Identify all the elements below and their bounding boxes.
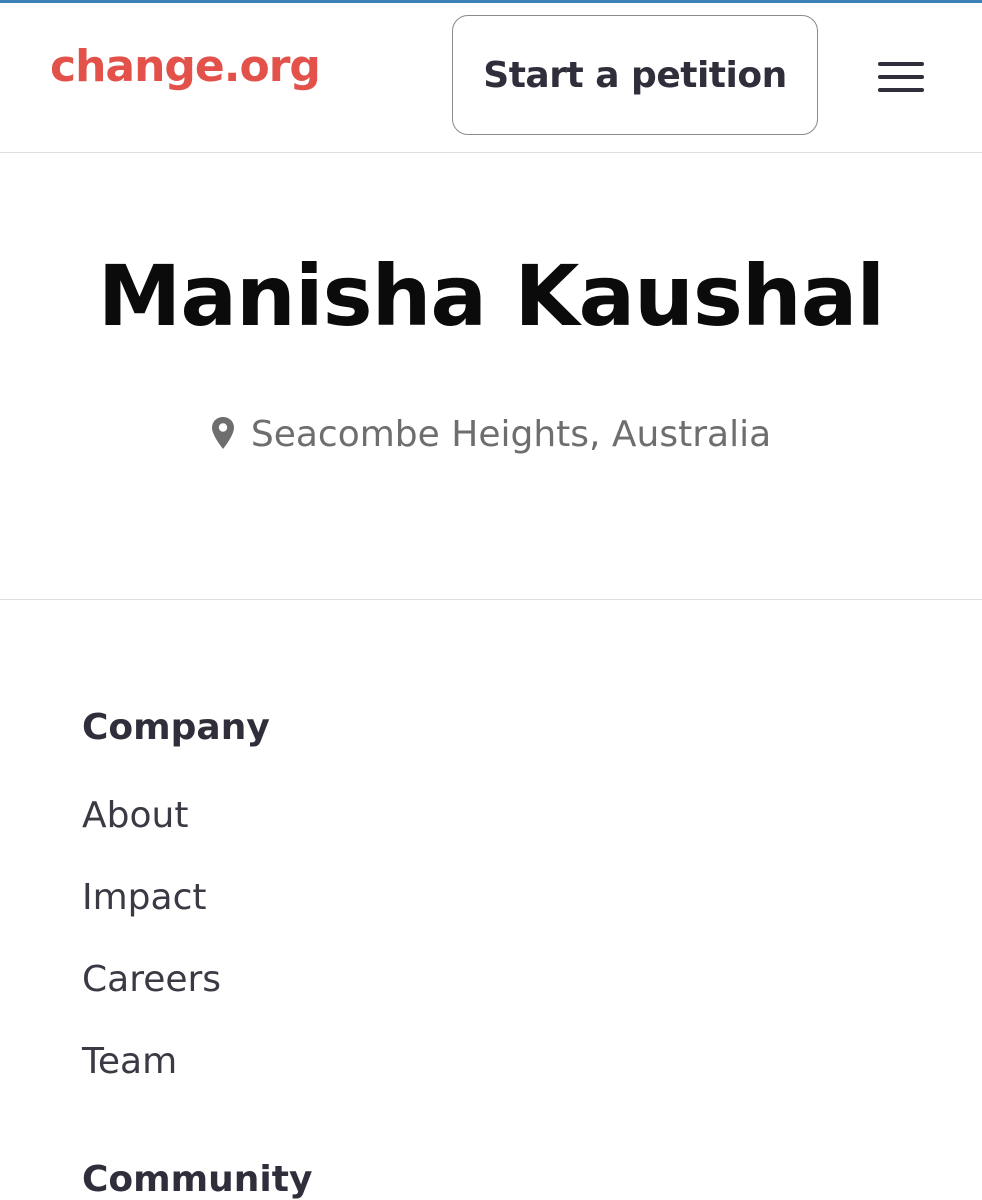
map-pin-icon xyxy=(211,416,235,454)
start-petition-label: Start a petition xyxy=(483,54,787,96)
footer-link-impact[interactable]: Impact xyxy=(82,880,942,916)
profile-location: Seacombe Heights, Australia xyxy=(0,416,982,454)
menu-button[interactable] xyxy=(866,53,936,105)
footer-link-about[interactable]: About xyxy=(82,798,942,834)
footer-heading-company: Company xyxy=(82,707,270,748)
footer-link-team[interactable]: Team xyxy=(82,1044,942,1080)
profile-section: Manisha Kaushal Seacombe Heights, Austra… xyxy=(0,154,982,600)
change-org-logo[interactable]: change.org xyxy=(50,45,321,89)
footer-link-careers[interactable]: Careers xyxy=(82,962,942,998)
location-text: Seacombe Heights, Australia xyxy=(250,414,772,455)
site-header: change.org Start a petition xyxy=(0,3,982,153)
footer-company-section: Company About Impact Careers Team xyxy=(82,710,942,1080)
profile-name: Manisha Kaushal xyxy=(97,247,885,345)
start-petition-button[interactable]: Start a petition xyxy=(452,15,818,135)
hamburger-menu-icon xyxy=(877,59,925,99)
footer-heading-community: Community xyxy=(82,1159,313,1200)
